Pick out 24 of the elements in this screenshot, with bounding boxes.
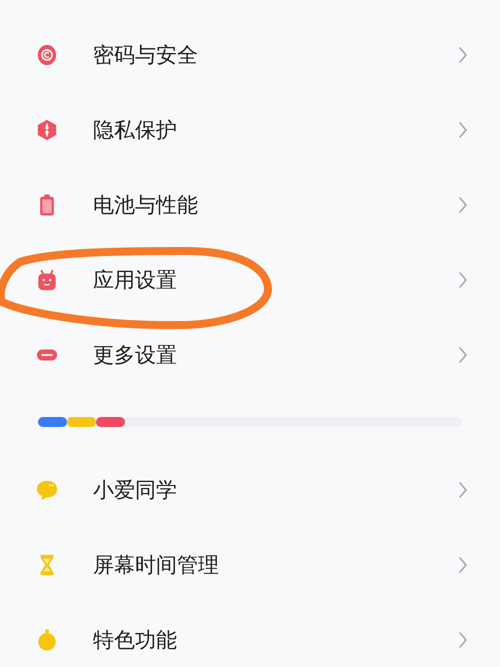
settings-item[interactable]: 隐私保护 [0,92,500,167]
item-label: 隐私保护 [93,116,178,144]
settings-item[interactable]: 应用设置 [0,242,500,317]
chevron-right-icon [458,630,468,648]
item-label: 更多设置 [93,342,178,368]
chevron-right-icon [458,346,468,364]
item-label: 特色功能 [93,626,178,654]
settings-item[interactable]: 屏幕时间管理 [0,527,500,602]
chevron-right-icon [458,270,468,288]
item-label: 屏幕时间管理 [93,552,220,578]
item-label: 电池与性能 [93,192,199,218]
chevron-right-icon [458,46,468,64]
chevron-right-icon [458,120,468,138]
chevron-right-icon [458,556,468,574]
settings-item[interactable]: 更多设置 [0,317,500,392]
settings-item[interactable]: 密码与安全 [0,17,500,92]
settings-item[interactable]: 电池与性能 [0,167,500,242]
chevron-right-icon [458,196,468,214]
chevron-right-icon [458,480,468,498]
settings-item[interactable]: 特色功能 [0,602,500,667]
item-label: 应用设置 [93,266,178,294]
item-label: 小爱同学 [93,476,178,504]
item-label: 密码与安全 [93,42,199,68]
settings-item[interactable]: 小爱同学 [0,452,500,527]
